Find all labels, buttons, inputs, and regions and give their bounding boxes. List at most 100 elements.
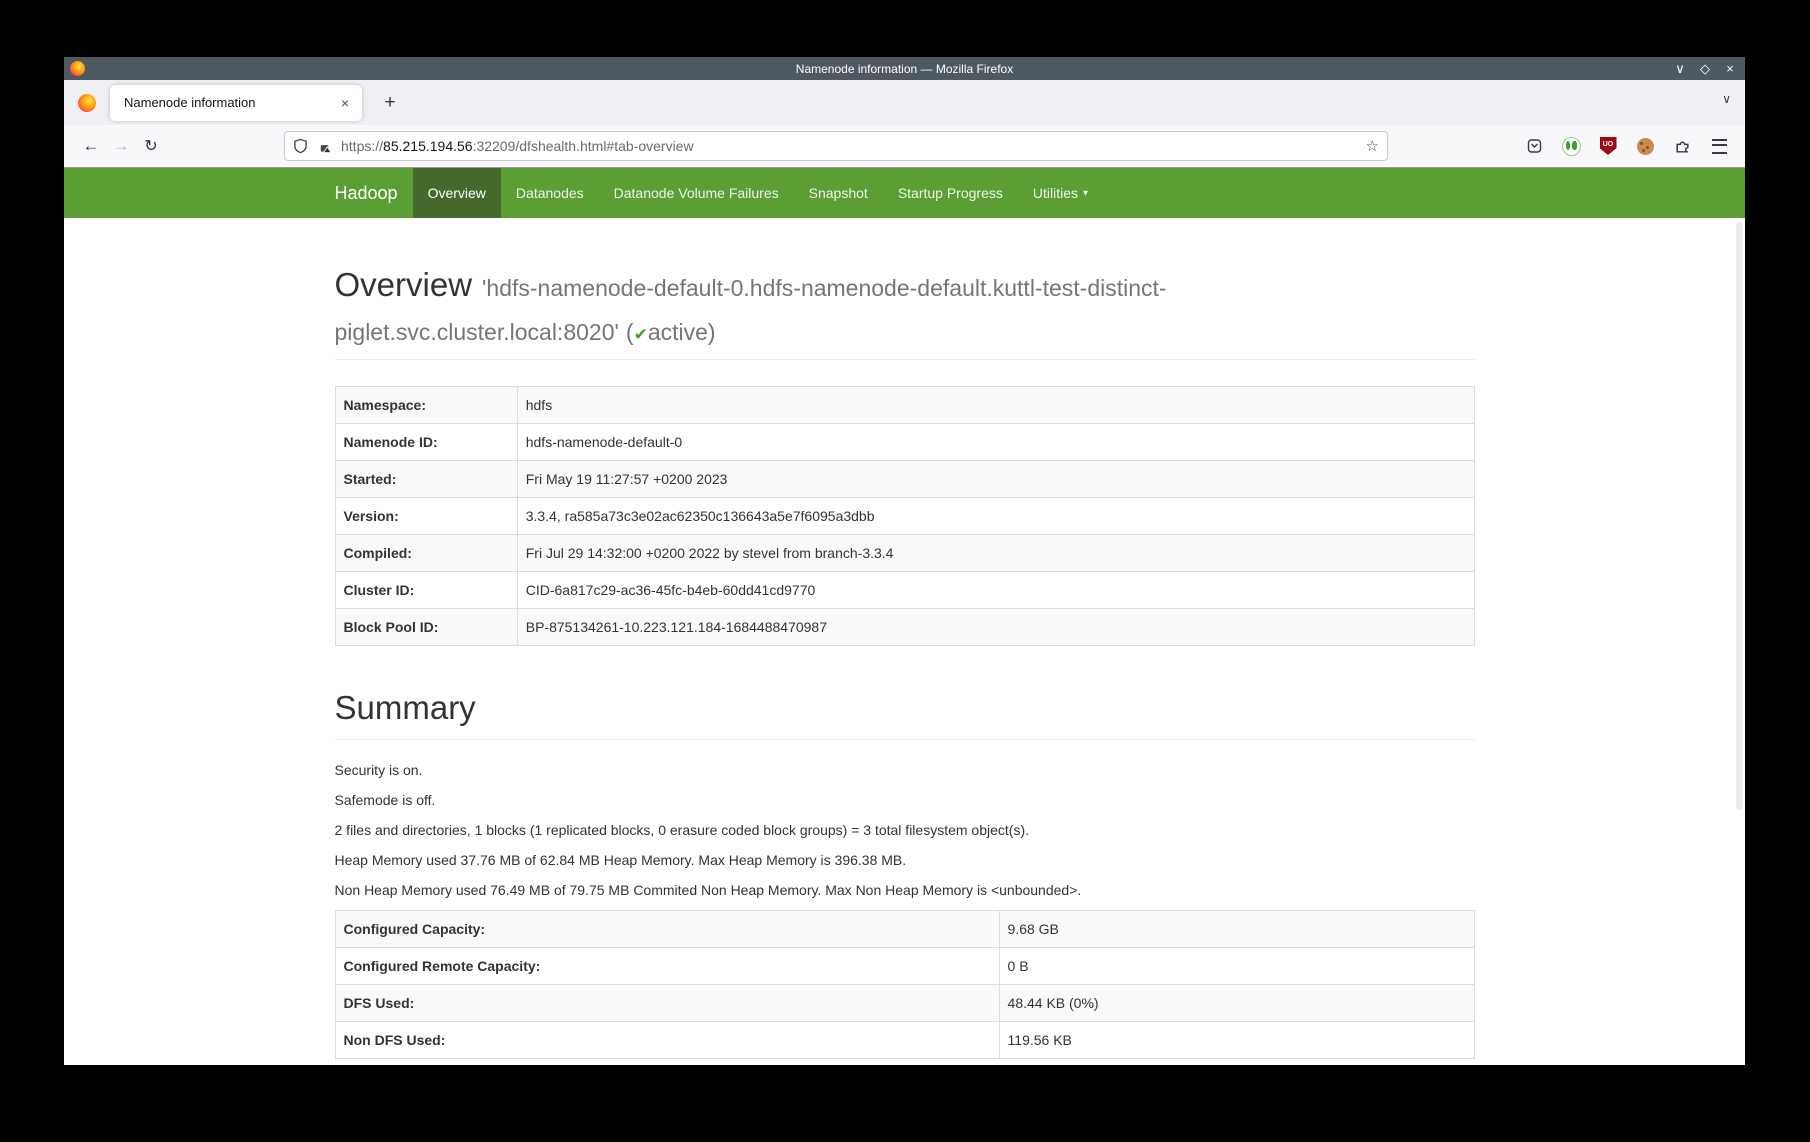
extension-green-icon[interactable] (1557, 132, 1585, 160)
summary-line: Security is on. (335, 760, 1475, 780)
menu-hamburger-icon[interactable] (1705, 132, 1733, 160)
info-value: hdfs (517, 387, 1474, 424)
capacity-value: 119.56 KB (999, 1021, 1474, 1058)
reload-button[interactable]: ↻ (136, 136, 166, 156)
back-button[interactable]: ← (76, 136, 106, 156)
info-label: Version: (335, 498, 517, 535)
close-button[interactable]: × (1723, 57, 1737, 80)
namenode-info-table: Namespace:hdfsNamenode ID:hdfs-namenode-… (335, 386, 1475, 646)
new-tab-button[interactable]: + (376, 92, 404, 114)
nav-item-overview[interactable]: Overview (413, 168, 501, 218)
info-row: Version:3.3.4, ra585a73c3e02ac62350c1366… (335, 498, 1474, 535)
nav-item-label: Datanode Volume Failures (614, 185, 779, 201)
info-value: BP-875134261-10.223.121.184-168448847098… (517, 609, 1474, 646)
window-title: Namenode information — Mozilla Firefox (64, 62, 1745, 76)
info-value: 3.3.4, ra585a73c3e02ac62350c136643a5e7f6… (517, 498, 1474, 535)
nav-item-datanode-volume-failures[interactable]: Datanode Volume Failures (599, 168, 794, 218)
summary-line: Safemode is off. (335, 790, 1475, 810)
hadoop-navbar: Hadoop Overview Datanodes Datanode Volume … (64, 168, 1745, 218)
list-tabs-chevron-icon[interactable]: ∨ (1722, 92, 1731, 106)
tab-close-icon[interactable]: × (336, 95, 354, 111)
capacity-value: 0 B (999, 947, 1474, 984)
info-label: Namenode ID: (335, 424, 517, 461)
capacity-row: Configured Remote Capacity:0 B (335, 947, 1474, 984)
nav-item-label: Startup Progress (898, 185, 1003, 201)
bookmark-star-icon[interactable]: ☆ (1366, 137, 1379, 155)
capacity-value: 48.44 KB (0%) (999, 984, 1474, 1021)
capacity-row: Non DFS Used:119.56 KB (335, 1021, 1474, 1058)
tab-bar: Namenode information × + ∨ (64, 80, 1745, 125)
info-row: Cluster ID:CID-6a817c29-ac36-45fc-b4eb-6… (335, 572, 1474, 609)
tab-namenode-information[interactable]: Namenode information × (110, 85, 362, 121)
info-row: Namespace:hdfs (335, 387, 1474, 424)
dropdown-caret-icon: ▾ (1083, 188, 1088, 199)
info-value: hdfs-namenode-default-0 (517, 424, 1474, 461)
ublock-origin-icon[interactable]: UO (1594, 132, 1622, 160)
window-controls: ∨ ◇ × (1673, 57, 1737, 80)
active-check-icon: ✔ (634, 325, 648, 344)
summary-paragraphs: Security is on. Safemode is off. 2 files a… (335, 760, 1475, 900)
minimize-button[interactable]: ∨ (1673, 57, 1687, 80)
extensions-puzzle-icon[interactable] (1668, 132, 1696, 160)
info-row: Started:Fri May 19 11:27:57 +0200 2023 (335, 461, 1474, 498)
url-protocol: https:// (341, 138, 383, 154)
info-label: Cluster ID: (335, 572, 517, 609)
overview-header: Overview'hdfs-namenode-default-0.hdfs-na… (335, 263, 1475, 360)
capacity-label: Configured Remote Capacity: (335, 947, 999, 984)
desktop-background: Namenode information — Mozilla Firefox ∨… (0, 0, 1810, 1142)
capacity-value: 9.68 GB (999, 910, 1474, 947)
url-path: :32209/dfshealth.html#tab-overview (473, 138, 694, 154)
cookie-extension-icon[interactable] (1631, 132, 1659, 160)
info-row: Block Pool ID:BP-875134261-10.223.121.18… (335, 609, 1474, 646)
url-text: https://85.215.194.56:32209/dfshealth.ht… (341, 138, 1358, 154)
nav-item-label: Datanodes (516, 185, 584, 201)
nav-item-snapshot[interactable]: Snapshot (794, 168, 883, 218)
url-bar[interactable]: https://85.215.194.56:32209/dfshealth.ht… (284, 131, 1388, 161)
page-scrollbar[interactable] (1736, 222, 1743, 810)
firefox-view-icon (78, 94, 96, 112)
navigation-toolbar: ← → ↻ https://85.215.194.56:32209/dfshea… (64, 125, 1745, 168)
url-host: 85.215.194.56 (383, 138, 473, 154)
capacity-row: Configured Capacity:9.68 GB (335, 910, 1474, 947)
nav-item-label: Snapshot (809, 185, 868, 201)
nav-item-utilities[interactable]: Utilities ▾ (1018, 168, 1103, 218)
pocket-icon[interactable] (1520, 132, 1548, 160)
info-value: Fri May 19 11:27:57 +0200 2023 (517, 461, 1474, 498)
status-paren-close: ) (708, 319, 716, 345)
summary-line: Heap Memory used 37.76 MB of 62.84 MB He… (335, 850, 1475, 870)
tab-title: Namenode information (124, 95, 336, 110)
nav-item-datanodes[interactable]: Datanodes (501, 168, 599, 218)
nav-item-startup-progress[interactable]: Startup Progress (883, 168, 1018, 218)
info-row: Namenode ID:hdfs-namenode-default-0 (335, 424, 1474, 461)
namenode-status: active (648, 319, 708, 345)
window-titlebar: Namenode information — Mozilla Firefox ∨… (64, 57, 1745, 80)
info-value: CID-6a817c29-ac36-45fc-b4eb-60dd41cd9770 (517, 572, 1474, 609)
firefox-view-button[interactable] (72, 88, 102, 118)
navbar-brand-hadoop[interactable]: Hadoop (320, 168, 413, 218)
status-paren-open: ( (626, 319, 634, 345)
page-title-overview: Overview (335, 266, 473, 303)
toolbar-extension-icons: UO (1520, 132, 1733, 160)
connection-lock-warning-icon[interactable] (317, 138, 332, 154)
info-label: Block Pool ID: (335, 609, 517, 646)
tracking-protection-shield-icon[interactable] (293, 138, 308, 154)
summary-line: Non Heap Memory used 76.49 MB of 79.75 M… (335, 880, 1475, 900)
info-label: Compiled: (335, 535, 517, 572)
info-label: Started: (335, 461, 517, 498)
capacity-label: Non DFS Used: (335, 1021, 999, 1058)
page-title-summary: Summary (335, 686, 1475, 730)
capacity-table: Configured Capacity:9.68 GBConfigured Re… (335, 910, 1475, 1059)
capacity-row: DFS Used:48.44 KB (0%) (335, 984, 1474, 1021)
capacity-label: DFS Used: (335, 984, 999, 1021)
maximize-button[interactable]: ◇ (1698, 57, 1712, 80)
info-row: Compiled:Fri Jul 29 14:32:00 +0200 2022 … (335, 535, 1474, 572)
info-label: Namespace: (335, 387, 517, 424)
nav-item-label: Overview (428, 185, 486, 201)
page-content: Overview'hdfs-namenode-default-0.hdfs-na… (64, 218, 1745, 1065)
forward-button[interactable]: → (106, 136, 136, 156)
info-value: Fri Jul 29 14:32:00 +0200 2022 by stevel… (517, 535, 1474, 572)
nav-item-label: Utilities (1033, 185, 1078, 201)
summary-line: 2 files and directories, 1 blocks (1 rep… (335, 820, 1475, 840)
navbar-items: Overview Datanodes Datanode Volume Failure… (413, 168, 1103, 218)
firefox-window: Namenode information — Mozilla Firefox ∨… (64, 57, 1745, 1065)
